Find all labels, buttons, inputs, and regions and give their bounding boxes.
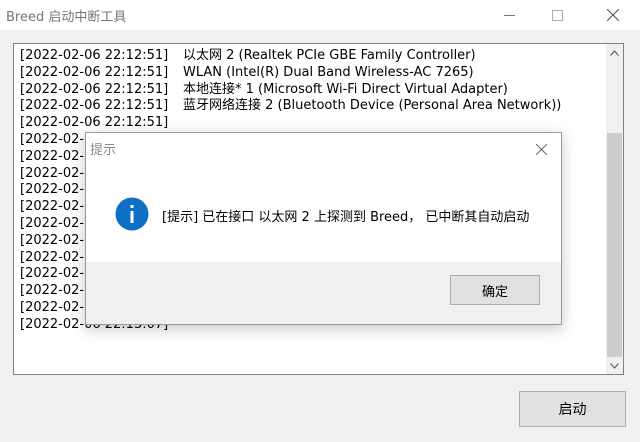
close-button[interactable] [590, 0, 636, 30]
dialog-footer: 确定 [86, 262, 561, 324]
dialog-title: 提示 [90, 143, 117, 158]
log-message: 本地连接* 1 (Microsoft Wi-Fi Direct Virtual … [183, 81, 508, 97]
log-timestamp: [2022-02-06 22:12:51] [20, 48, 169, 63]
log-message: 蓝牙网络连接 2 (Bluetooth Device (Personal Are… [183, 98, 562, 114]
log-timestamp: [2022-02-06 22:12:51] [20, 64, 169, 80]
scroll-up-button[interactable] [606, 44, 623, 61]
log-timestamp: [2022-02-06 22:12:51] [20, 81, 169, 97]
log-scrollbar[interactable] [606, 44, 623, 374]
dialog-message: [提示] 已在接口 以太网 2 上探测到 Breed， 已中断其自动启动 [162, 210, 530, 225]
message-dialog: 提示 [提示] 已在接口 以太网 2 上探测到 Breed， 已中断其自动启动 … [85, 132, 562, 325]
maximize-icon [551, 9, 563, 21]
log-line: [2022-02-06 22:12:51] 以太网 2 (Realtek PCIe… [20, 48, 605, 65]
log-line: [2022-02-06 22:12:51] [20, 115, 605, 132]
log-timestamp: [2022-02-06 22:12:51] [20, 115, 169, 131]
maximize-button[interactable] [534, 0, 580, 30]
log-line: [2022-02-06 22:12:51] 本地连接* 1 (Microsoft … [20, 82, 605, 99]
log-line: [2022-02-06 22:12:51] WLAN (Intel(R) Dual… [20, 65, 605, 82]
log-message: WLAN (Intel(R) Dual Band Wireless-AC 726… [183, 64, 474, 80]
close-icon [535, 143, 547, 155]
info-icon [115, 197, 149, 231]
ok-button[interactable]: 确定 [450, 275, 540, 305]
minimize-button[interactable] [486, 0, 532, 30]
chevron-up-icon [610, 49, 619, 56]
minimize-icon [503, 14, 515, 16]
log-message: 以太网 2 (Realtek PCIe GBE Family Controlle… [183, 48, 476, 63]
chevron-down-icon [610, 362, 619, 369]
log-timestamp: [2022-02-06 22:12:51] [20, 98, 169, 114]
window-title: Breed 启动中断工具 [6, 10, 127, 25]
title-bar: Breed 启动中断工具 [0, 0, 640, 30]
log-line: [2022-02-06 22:12:51] 蓝牙网络连接 2 (Bluetooth… [20, 98, 605, 115]
close-icon [607, 9, 619, 21]
dialog-close-button[interactable] [530, 139, 552, 159]
scroll-down-button[interactable] [606, 357, 623, 374]
start-button[interactable]: 启动 [519, 391, 626, 427]
scroll-thumb[interactable] [607, 133, 622, 357]
